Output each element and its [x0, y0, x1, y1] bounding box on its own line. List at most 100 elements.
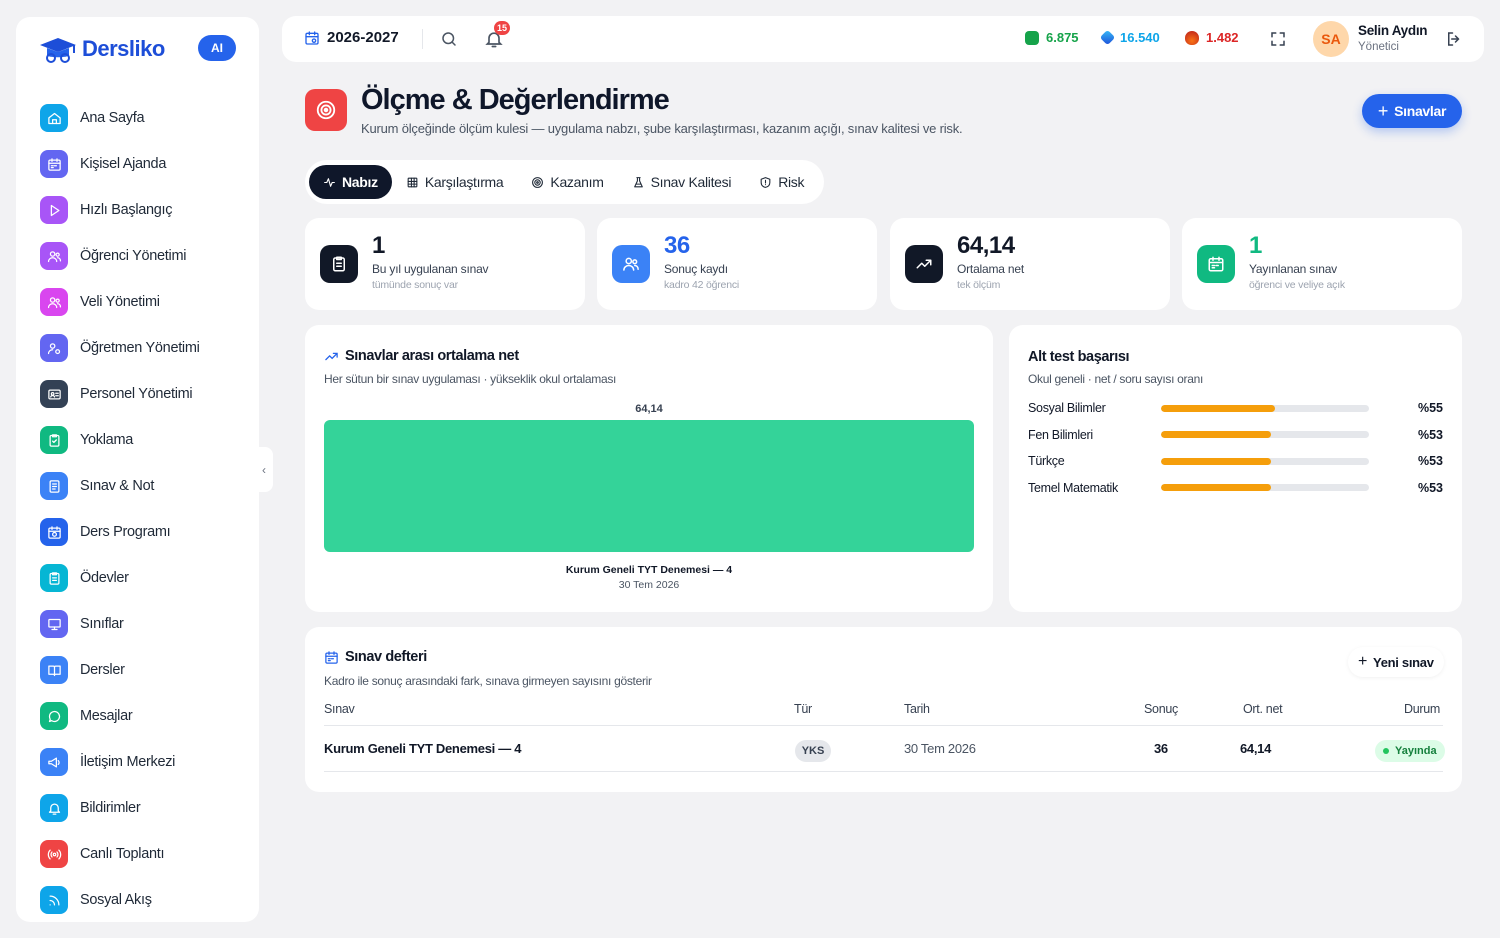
topbar: 2026-2027 15 6.875 16.540 1.482 SA Selin… — [282, 16, 1484, 62]
stat-card-label: Ortalama net — [957, 262, 1024, 276]
chart-bar[interactable] — [324, 420, 974, 552]
sidebar-item-veli-yönetimi[interactable]: Veli Yönetimi — [40, 279, 240, 325]
stat-card-label: Sonuç kaydı — [664, 262, 728, 276]
tab-1[interactable]: Karşılaştırma — [392, 165, 518, 199]
exam-ledger-subtitle: Kadro ile sonuç arasındaki fark, sınava … — [324, 674, 652, 688]
flame-stat: 1.482 — [1185, 30, 1239, 45]
subtest-percentage: %53 — [1417, 480, 1443, 495]
page-icon — [305, 89, 347, 131]
exam-average-net: 64,14 — [1240, 741, 1272, 756]
avatar[interactable]: SA — [1313, 21, 1349, 57]
sidebar-item-i-letişim-merkezi[interactable]: İletişim Merkezi — [40, 739, 240, 785]
users-icon — [47, 250, 61, 262]
nav-icon — [40, 196, 68, 224]
sidebar-item-bildirimler[interactable]: Bildirimler — [40, 785, 240, 831]
stat-card-label: Bu yıl uygulanan sınav — [372, 262, 489, 276]
coin-stat: 6.875 — [1025, 30, 1079, 45]
sidebar-item-ders-programı[interactable]: Ders Programı — [40, 509, 240, 555]
nav-icon — [40, 840, 68, 868]
exam-type-badge: YKS — [795, 740, 831, 762]
nav-icon — [40, 886, 68, 914]
column-header-type[interactable]: Tür — [794, 702, 812, 716]
fullscreen-icon[interactable] — [1269, 30, 1287, 48]
nav-icon — [40, 380, 68, 408]
nav-icon — [40, 288, 68, 316]
new-exam-button-label: Yeni sınav — [1373, 654, 1434, 670]
ai-badge[interactable]: AI — [198, 35, 236, 61]
nav-icon — [40, 794, 68, 822]
tab-4[interactable]: Risk — [745, 165, 818, 199]
plus-icon: + — [1358, 653, 1368, 670]
document-icon — [49, 479, 59, 493]
sidebar-item-yoklama[interactable]: Yoklama — [40, 417, 240, 463]
brand[interactable]: Dersliko — [38, 34, 165, 64]
stat-card-icon — [320, 245, 358, 283]
sidebar-item-canlı-toplantı[interactable]: Canlı Toplantı — [40, 831, 240, 877]
sidebar-item-sınav-not[interactable]: Sınav & Not — [40, 463, 240, 509]
stat-card-icon — [905, 245, 943, 283]
users-icon — [623, 257, 639, 271]
search-icon[interactable] — [440, 30, 458, 48]
subtest-progress-track — [1161, 484, 1369, 491]
tab-2[interactable]: Kazanım — [517, 165, 617, 199]
sidebar-item-label: Ödevler — [80, 570, 129, 586]
sidebar-item-label: Sınıflar — [80, 616, 124, 632]
calendar-clock-icon — [47, 525, 61, 539]
user-name: Selin Aydın — [1358, 23, 1428, 38]
plus-icon: + — [1377, 100, 1389, 121]
coin-icon — [1025, 30, 1039, 45]
exam-ledger-title-text: Sınav defteri — [345, 649, 427, 665]
sidebar-item-öğretmen-yönetimi[interactable]: Öğretmen Yönetimi — [40, 325, 240, 371]
sidebar-item-öğrenci-yönetimi[interactable]: Öğrenci Yönetimi — [40, 233, 240, 279]
sidebar-item-dersler[interactable]: Dersler — [40, 647, 240, 693]
sidebar-item-ana-sayfa[interactable]: Ana Sayfa — [40, 95, 240, 141]
trend-up-icon — [916, 259, 932, 269]
tab-3[interactable]: Sınav Kalitesi — [618, 165, 746, 199]
subtest-name: Sosyal Bilimler — [1028, 401, 1106, 415]
sidebar-item-sosyal-akış[interactable]: Sosyal Akış — [40, 877, 240, 923]
subtest-percentage: %53 — [1417, 454, 1443, 468]
stat-card-value: 36 — [664, 232, 690, 259]
sidebar-item-personel-yönetimi[interactable]: Personel Yönetimi — [40, 371, 240, 417]
sidebar-item-kişisel-ajanda[interactable]: Kişisel Ajanda — [40, 141, 240, 187]
sidebar-item-mesajlar[interactable]: Mesajlar — [40, 693, 240, 739]
tab-0[interactable]: Nabız — [309, 165, 392, 199]
column-header-avg-net[interactable]: Ort. net — [1243, 702, 1283, 716]
new-exam-button[interactable]: + Yeni sınav — [1348, 647, 1444, 677]
column-header-status[interactable]: Durum — [1404, 702, 1440, 716]
column-header-results[interactable]: Sonuç — [1144, 702, 1178, 716]
divider — [422, 29, 423, 49]
stat-card-value: 1 — [372, 232, 385, 259]
logout-icon[interactable] — [1445, 30, 1463, 48]
status-dot-icon — [1383, 748, 1389, 754]
home-icon — [47, 112, 61, 124]
exam-name[interactable]: Kurum Geneli TYT Denemesi — 4 — [324, 741, 521, 756]
exams-button-label: Sınavlar — [1394, 103, 1447, 119]
subtest-row: Türkçe %53 — [1028, 451, 1443, 471]
nav-icon — [40, 104, 68, 132]
sidebar-item-label: Bildirimler — [80, 800, 141, 816]
coin-stat-value: 6.875 — [1046, 30, 1079, 45]
user-cog-icon — [47, 342, 60, 354]
table-divider — [324, 725, 1443, 726]
users-icon — [47, 296, 61, 308]
exams-button[interactable]: + Sınavlar — [1362, 94, 1462, 128]
sidebar-collapse-button[interactable]: ‹ — [255, 447, 273, 492]
exam-ledger-card: Sınav defteri Kadro ile sonuç arasındaki… — [305, 627, 1462, 792]
subtest-progress-track — [1161, 457, 1369, 465]
subtest-row: Fen Bilimleri %53 — [1028, 425, 1443, 445]
subtest-progress-fill — [1161, 404, 1276, 412]
sidebar-item-label: Yoklama — [80, 432, 133, 448]
sidebar-item-ödevler[interactable]: Ödevler — [40, 555, 240, 601]
sidebar-nav: Ana Sayfa Kişisel Ajanda Hızlı Başlangıç Öğ… — [40, 95, 240, 923]
nav-icon — [40, 610, 68, 638]
sidebar-item-sınıflar[interactable]: Sınıflar — [40, 601, 240, 647]
academic-year-selector[interactable]: 2026-2027 — [304, 29, 399, 46]
brand-name: Dersliko — [82, 36, 165, 61]
column-header-date[interactable]: Tarih — [904, 702, 930, 716]
bar-chart: 64,14 Kurum Geneli TYT Denemesi — 4 30 Tem… — [324, 403, 974, 591]
column-header-name[interactable]: Sınav — [324, 702, 355, 716]
broadcast-icon — [47, 849, 61, 859]
sidebar-item-hızlı-başlangıç[interactable]: Hızlı Başlangıç — [40, 187, 240, 233]
status-badge: Yayında — [1375, 740, 1445, 762]
